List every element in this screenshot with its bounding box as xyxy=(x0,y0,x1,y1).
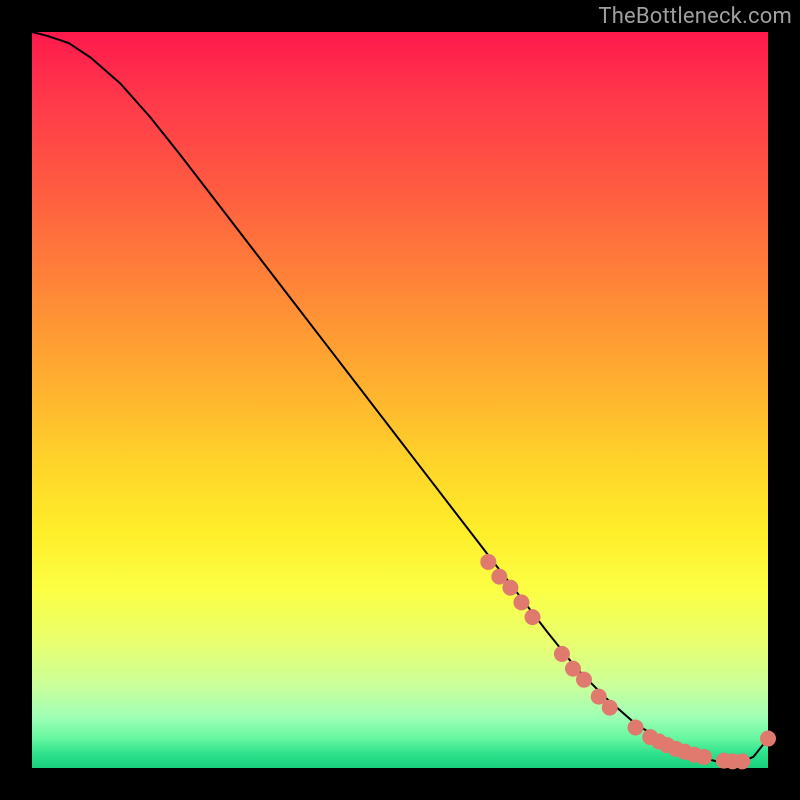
scatter-dot xyxy=(696,749,712,765)
scatter-dot xyxy=(734,753,750,769)
scatter-dots xyxy=(480,554,776,769)
watermark-text: TheBottleneck.com xyxy=(598,4,792,29)
scatter-dot xyxy=(524,609,540,625)
scatter-dot xyxy=(554,646,570,662)
scatter-dot xyxy=(602,700,618,716)
chart-frame: TheBottleneck.com xyxy=(0,0,800,800)
scatter-dot xyxy=(502,580,518,596)
scatter-dot xyxy=(576,672,592,688)
scatter-dot xyxy=(760,731,776,747)
scatter-dot xyxy=(628,720,644,736)
plot-area xyxy=(32,32,768,768)
chart-overlay xyxy=(32,32,768,768)
scatter-dot xyxy=(480,554,496,570)
scatter-dot xyxy=(513,594,529,610)
main-curve xyxy=(32,32,768,763)
